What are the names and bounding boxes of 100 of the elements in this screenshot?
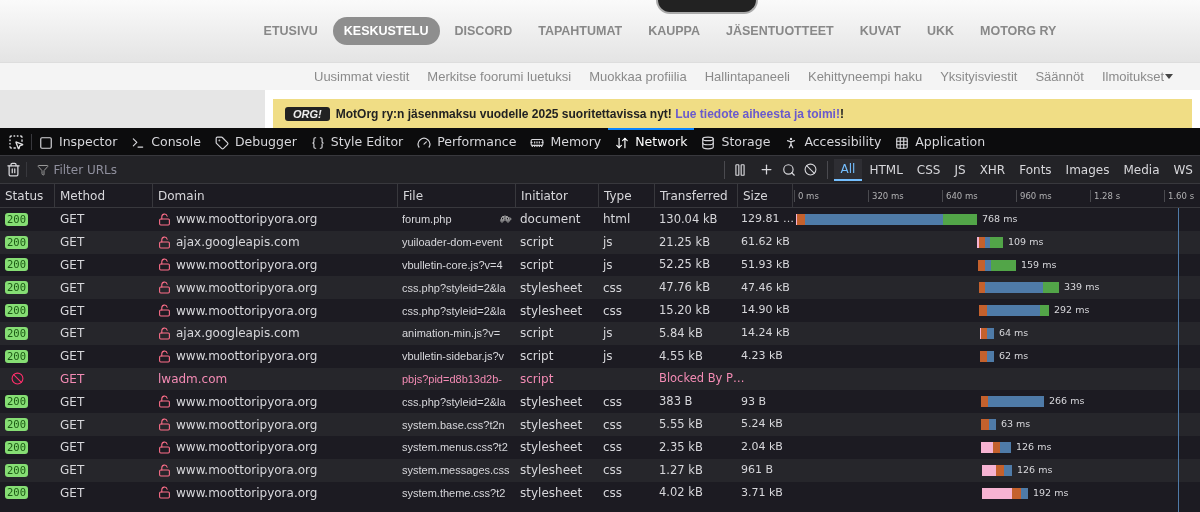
file-cell: vbulletin-core.js?v=4 <box>402 258 503 272</box>
devtools-tab[interactable]: Inspector <box>32 127 125 156</box>
transferred-cell: 383 B <box>659 393 693 411</box>
initiator-cell-text: stylesheet <box>520 279 583 297</box>
type-cell-text: js <box>603 348 613 366</box>
file-cell: animation-min.js?v= <box>402 326 501 341</box>
type-filter-button[interactable]: WS <box>1166 158 1200 181</box>
type-filter-button[interactable]: CSS <box>909 158 948 181</box>
column-header[interactable]: Status <box>0 184 55 207</box>
method-cell-text: GET <box>60 211 85 229</box>
timing-label: 159 ms <box>1021 257 1057 272</box>
column-header[interactable]: Domain <box>153 184 398 207</box>
transferred-cell: 4.55 kB <box>659 347 703 365</box>
filter-field[interactable]: Filter URLs <box>53 160 354 179</box>
domain-cell-text: www.moottoripyora.org <box>176 279 318 297</box>
status-badge: 200 <box>5 463 28 477</box>
braces-icon <box>310 135 325 150</box>
type-filter-button[interactable]: Media <box>1116 158 1167 181</box>
method-cell-text: GET <box>60 393 85 411</box>
announcement-link[interactable]: Lue tiedote aiheesta ja toimi! <box>675 106 840 121</box>
type-cell-text: css <box>603 484 623 502</box>
type-cell-text: js <box>603 325 613 343</box>
size-cell: 129.81 … <box>741 211 794 228</box>
method-cell-text: GET <box>60 484 85 502</box>
timeline-tick: 1.28 s <box>1090 190 1121 202</box>
domain-cell-text: www.moottoripyora.org <box>176 416 318 434</box>
file-cell: system.base.css?t2n <box>402 417 505 432</box>
transferred-cell-text: 15.20 kB <box>659 301 711 319</box>
initiator-cell-text: stylesheet <box>520 393 583 411</box>
method-cell-text: GET <box>60 234 85 252</box>
devtools-tab[interactable]: Debugger <box>207 127 304 156</box>
transferred-cell: 5.84 kB <box>659 324 703 342</box>
domain-cell-text: www.moottoripyora.org <box>176 348 318 366</box>
column-header[interactable]: Transferred <box>655 184 738 207</box>
domain-cell-text: ajax.googleapis.com <box>176 234 300 252</box>
type-filter-button[interactable]: All <box>833 158 863 181</box>
size-cell-text: 4.23 kB <box>741 347 783 364</box>
size-cell: 5.24 kB <box>741 416 783 433</box>
status-badge: 200 <box>5 486 28 500</box>
column-header[interactable]: File <box>398 184 516 207</box>
devtools-tab[interactable]: Console <box>124 127 208 156</box>
devtools-tab[interactable]: Style Editor <box>303 127 411 156</box>
status-badge: 200 <box>5 258 28 272</box>
domain-cell-text: www.moottoripyora.org <box>176 484 318 502</box>
file-cell: css.php?styleid=2&la <box>402 394 506 409</box>
grid-icon <box>895 135 910 150</box>
devtools-tab[interactable]: Performance <box>410 127 524 156</box>
file-cell: yuiloader-dom-event <box>402 235 503 250</box>
file-cell: forum.php <box>402 212 452 227</box>
domain-cell-text: www.moottoripyora.org <box>176 211 318 229</box>
column-header[interactable]: Size <box>738 184 793 207</box>
timeline-tick: 1.60 s <box>1164 190 1195 202</box>
devtools-tab[interactable]: Memory <box>523 127 609 156</box>
timing-label: 292 ms <box>1054 303 1090 318</box>
initiator-cell-text: script <box>520 234 554 252</box>
file-cell: system.messages.css <box>402 463 510 478</box>
size-cell-text: 961 B <box>741 461 774 478</box>
initiator-cell-text: script <box>520 370 554 388</box>
domain-cell-text: ajax.googleapis.com <box>176 325 300 343</box>
devtools-tab[interactable]: Accessibility <box>777 127 889 156</box>
timing-label: 126 ms <box>1017 462 1053 477</box>
method-cell-text: GET <box>60 325 85 343</box>
timeline-tick: 960 ms <box>1016 190 1052 202</box>
type-filter-button[interactable]: HTML <box>862 158 910 181</box>
column-header[interactable]: Type <box>599 184 655 207</box>
initiator-cell-text: stylesheet <box>520 484 583 502</box>
type-cell-text: js <box>603 234 613 252</box>
transferred-cell: 130.04 kB <box>659 210 718 228</box>
status-badge: 200 <box>5 349 28 363</box>
domain-cell-text: www.moottoripyora.org <box>176 393 318 411</box>
type-cell-text: css <box>603 439 623 457</box>
method-cell-text: GET <box>60 348 85 366</box>
transferred-cell: 47.76 kB <box>659 279 711 297</box>
initiator-cell-text: script <box>520 348 554 366</box>
type-cell-text: css <box>603 302 623 320</box>
status-badge: 200 <box>5 395 28 409</box>
status-badge: 200 <box>5 326 28 340</box>
file-cell: css.php?styleid=2&la <box>402 280 506 295</box>
column-header[interactable]: Method <box>55 184 153 207</box>
type-filter-button[interactable]: Fonts <box>1012 158 1059 181</box>
size-cell-text: 3.71 kB <box>741 484 783 501</box>
size-cell: 2.04 kB <box>741 439 783 456</box>
timeline-tick: 0 ms <box>794 190 819 202</box>
transferred-cell: 21.25 kB <box>659 233 711 251</box>
status-badge: 200 <box>5 304 28 318</box>
timing-label: 62 ms <box>999 348 1029 363</box>
column-header[interactable]: Initiator <box>516 184 599 207</box>
type-cell-text: css <box>603 393 623 411</box>
transferred-cell: 2.35 kB <box>659 438 703 456</box>
type-filter-button[interactable]: Images <box>1058 158 1117 181</box>
status-badge: 200 <box>5 418 28 432</box>
method-cell-text: GET <box>60 439 85 457</box>
transferred-cell: Blocked By P… <box>659 370 745 388</box>
transferred-cell: 52.25 kB <box>659 256 711 274</box>
type-filter-button[interactable]: JS <box>947 158 973 181</box>
devtools-tab[interactable]: Storage <box>694 127 778 156</box>
type-filter-button[interactable]: XHR <box>972 158 1013 181</box>
method-cell-text: GET <box>60 257 85 274</box>
gauge-icon <box>417 135 432 150</box>
devtools-tab[interactable]: Application <box>888 127 993 156</box>
